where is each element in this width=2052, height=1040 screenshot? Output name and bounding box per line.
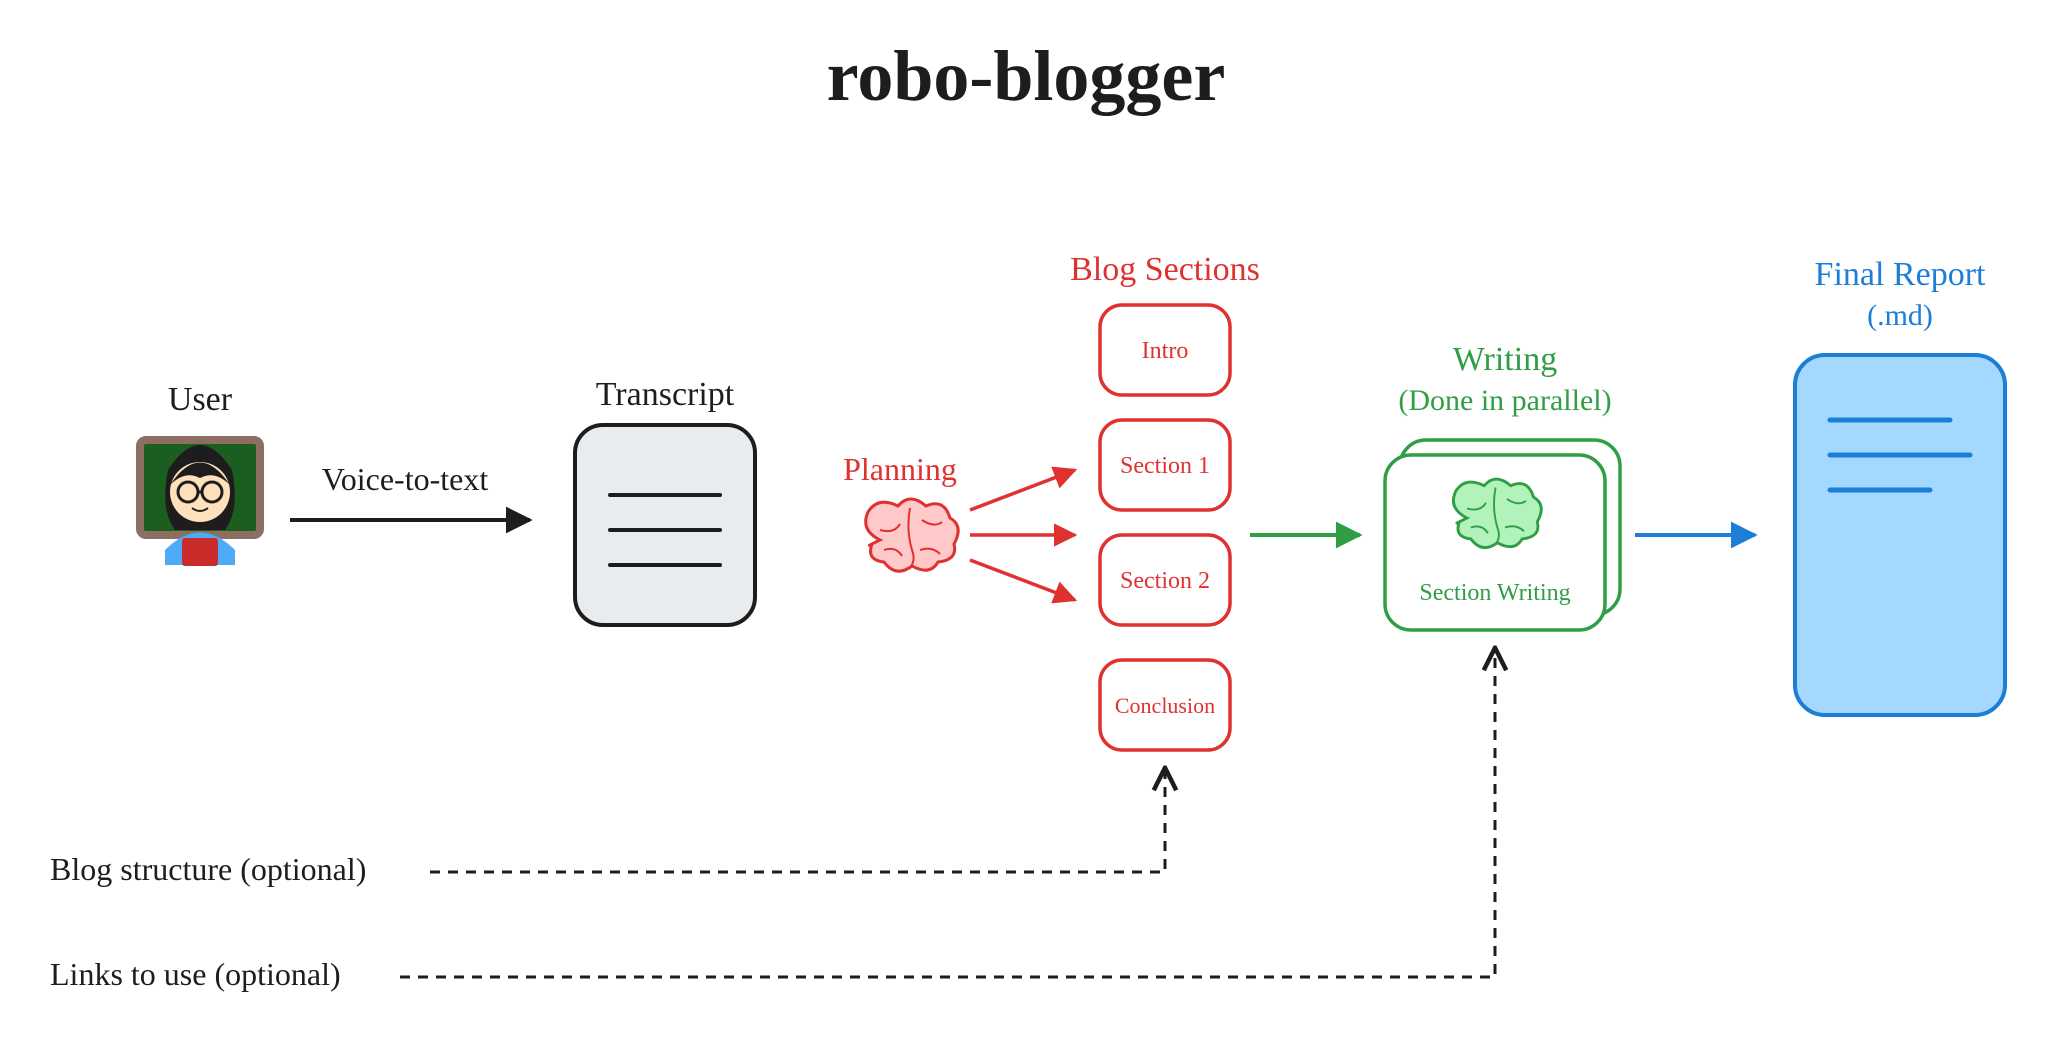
writing-label-2: (Done in parallel) [1398,384,1611,417]
transcript-node: Transcript [575,376,755,625]
section-1-text: Section 1 [1120,453,1210,479]
diagram-canvas: robo-blogger User Voice-to-text [0,0,2052,1040]
writing-node: Writing (Done in parallel) Section Writi… [1385,341,1620,630]
final-report-node: Final Report (.md) [1795,256,2005,715]
brain-icon [866,499,958,571]
section-intro-text: Intro [1142,338,1189,364]
brain-icon [1453,479,1541,548]
writing-label-1: Writing [1453,341,1557,378]
document-icon [575,425,755,625]
blog-sections-group: Intro Section 1 Section 2 Conclusion [1100,305,1230,750]
section-conclusion: Conclusion [1100,660,1230,750]
transcript-label: Transcript [596,376,735,413]
blog-structure-optional-label: Blog structure (optional) [50,851,366,887]
user-node: User [140,381,260,566]
section-2: Section 2 [1100,535,1230,625]
section-conclusion-text: Conclusion [1115,693,1215,718]
section-2-text: Section 2 [1120,568,1210,594]
final-report-label-1: Final Report [1815,256,1986,293]
links-to-use-optional-label: Links to use (optional) [50,956,341,992]
document-icon [1795,355,2005,715]
voice-to-text-arrow: Voice-to-text [290,461,530,520]
final-report-label-2: (.md) [1867,299,1933,332]
blog-sections-label: Blog Sections [1070,251,1260,288]
planning-arrows [970,470,1075,600]
voice-to-text-label: Voice-to-text [322,461,489,497]
optional-inputs: Blog structure (optional) Links to use (… [50,650,1495,992]
section-writing-label: Section Writing [1419,580,1570,606]
section-1: Section 1 [1100,420,1230,510]
planning-label: Planning [843,451,957,487]
section-intro: Intro [1100,305,1230,395]
diagram-title: robo-blogger [827,36,1226,116]
user-label: User [168,381,233,418]
planning-node: Planning [843,451,958,571]
user-avatar-icon [140,440,260,566]
